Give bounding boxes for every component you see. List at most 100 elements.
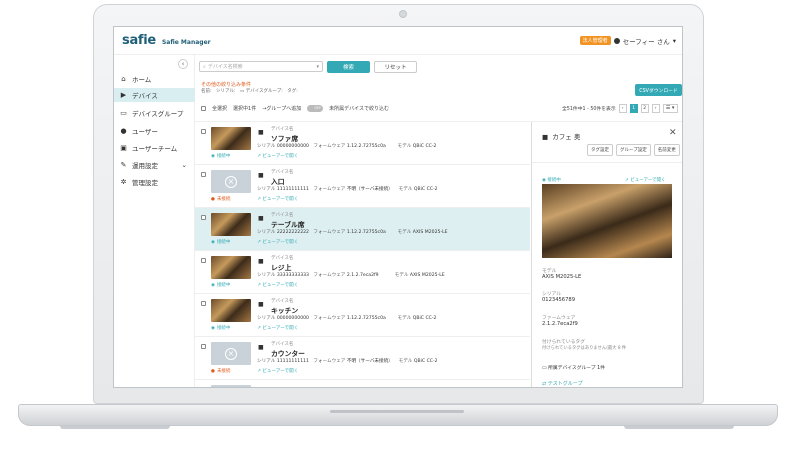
device-name: 入口 <box>271 178 285 186</box>
serial-value: 0123456789 <box>542 297 576 303</box>
serial-value: 00000000000 <box>276 316 309 321</box>
sidebar-item-admin-settings[interactable]: ✲ 管理設定 <box>114 175 195 189</box>
row-checkbox[interactable] <box>201 172 206 177</box>
advanced-filter-link[interactable]: その他の絞り込み条件 <box>201 81 251 88</box>
row-checkbox[interactable] <box>201 129 206 134</box>
logo[interactable]: safie Safie Manager <box>122 33 211 48</box>
sidebar-item-operations[interactable]: ✎ 運用設定 ⌄ <box>114 158 195 172</box>
serial-value: 22222222222 <box>276 230 309 235</box>
status-text: 未接続 <box>216 369 231 374</box>
row-checkbox[interactable] <box>201 344 206 349</box>
device-name: キッチン <box>271 307 299 315</box>
status-text: 接続中 <box>216 240 231 245</box>
table-row[interactable]: ◉ 接続中 ■ デバイス名 キッチン シリアル 00000000000 フォームウ… <box>195 294 530 337</box>
device-name-label: デバイス名 <box>271 256 294 261</box>
camera-thumbnail-offline[interactable]: × <box>211 342 251 365</box>
camera-thumbnail[interactable] <box>211 213 251 236</box>
video-camera-icon: ■ <box>258 129 264 136</box>
open-viewer-link[interactable]: ↗ ビューアーで開く <box>257 153 298 159</box>
app-screen: safie Safie Manager 法人管理者 セーフィー さん ▾ ‹ ⌂… <box>113 26 683 388</box>
serial-value: 33333333333 <box>276 273 309 278</box>
firmware-label: フォームウェア <box>313 144 346 149</box>
rename-button[interactable]: 名前変更 <box>653 144 680 156</box>
status-badge: ◉ 接続中 <box>211 325 231 332</box>
firmware-label: フォームウェア <box>313 316 346 321</box>
open-viewer-label: ビューアーで開く <box>262 326 299 331</box>
open-viewer-link[interactable]: ↗ ビューアーで開く <box>257 239 298 245</box>
camera-preview[interactable] <box>542 184 672 258</box>
chevron-down-icon: ▾ <box>316 63 319 70</box>
pagination: 全51件中1 - 50件を表示 ‹ 1 2 › ☰ ▾ <box>562 104 678 113</box>
sidebar: ‹ ⌂ ホーム ▶ デバイス ▭ デバイスグループ ● ユーザー ▣ ユーザーチ… <box>114 55 195 387</box>
search-button[interactable]: 検索 <box>327 61 370 73</box>
firmware-value: 1.12.2.72755c0a <box>346 230 386 235</box>
warning-icon: ● <box>211 196 215 202</box>
user-name: セーフィー さん <box>622 37 670 46</box>
sidebar-item-devices[interactable]: ▶ デバイス <box>114 88 195 102</box>
table-row[interactable]: ◉ 接続中 ■ デバイス名 ソファ席 シリアル 00000000000 フォームウ… <box>195 122 530 165</box>
model-label: モデル <box>394 273 409 278</box>
open-viewer-link[interactable]: ↗ ビューアーで開く <box>257 282 298 288</box>
camera-thumbnail[interactable] <box>211 127 251 150</box>
page-2-button[interactable]: 2 <box>640 104 649 113</box>
sidebar-item-user-teams[interactable]: ▣ ユーザーチーム <box>114 141 195 155</box>
open-viewer-label: ビューアーで開く <box>262 240 299 245</box>
table-row[interactable]: ◉ 接続中 ■ デバイス名 レジ上 シリアル 33333333333 フォームウェ… <box>195 251 530 294</box>
collapse-sidebar-button[interactable]: ‹ <box>178 59 188 69</box>
row-checkbox[interactable] <box>201 258 206 263</box>
camera-thumbnail-offline[interactable] <box>211 385 251 387</box>
table-row[interactable]: × ● 未接続 ■ デバイス名 入口 シリアル 11111111111 フォームウ… <box>195 165 530 208</box>
sidebar-item-device-groups[interactable]: ▭ デバイスグループ <box>114 106 195 120</box>
device-meta: シリアル 33333333333 フォームウェア 2.1.2.7eca2f9 モ… <box>257 272 445 278</box>
sidebar-item-label: デバイスグループ <box>132 110 184 118</box>
table-row-selected[interactable]: ◉ 接続中 ■ デバイス名 テーブル席 シリアル 22222222222 フォーム… <box>195 208 530 251</box>
firmware-label: ファームウェア <box>542 316 576 321</box>
select-all-checkbox[interactable] <box>201 106 206 111</box>
serial-label: シリアル <box>257 316 276 321</box>
model-label: モデル <box>542 269 557 274</box>
search-input[interactable]: ⌕ デバイス名検索 ▾ <box>199 61 323 72</box>
camera-thumbnail[interactable] <box>211 299 251 322</box>
open-viewer-link[interactable]: ↗ ビューアーで開く <box>257 196 298 202</box>
row-checkbox[interactable] <box>201 301 206 306</box>
device-meta: シリアル 00000000000 フォームウェア 1.12.2.72755c0a… <box>257 315 436 321</box>
unassigned-filter-toggle[interactable]: OFF <box>307 105 324 112</box>
open-viewer-link[interactable]: ↗ ビューアーで開く <box>257 325 298 331</box>
logo-mark: safie <box>122 33 156 48</box>
device-detail-panel: ■ カフェ 奥 ✕ タグ設定 グループ設定 名前変更 ◉ 接続中 ↗ ビューアー… <box>531 121 682 387</box>
model-value: QBiC CC-2 <box>413 187 438 192</box>
camera-thumbnail-offline[interactable]: × <box>211 170 251 193</box>
close-icon[interactable]: ✕ <box>669 128 677 138</box>
csv-download-button[interactable]: CSVダウンロード <box>635 84 682 96</box>
status-text: 接続中 <box>216 326 231 331</box>
prev-page-button[interactable]: ‹ <box>618 104 627 113</box>
open-viewer-link[interactable]: ↗ ビューアーで開く <box>257 368 298 374</box>
table-row-partial[interactable] <box>195 380 530 387</box>
page-1-button[interactable]: 1 <box>629 104 638 113</box>
sidebar-item-users[interactable]: ● ユーザー <box>114 124 195 138</box>
device-name: テーブル席 <box>271 221 305 229</box>
serial-label: シリアル <box>542 292 562 297</box>
list-options-menu[interactable]: ☰ ▾ <box>662 104 678 113</box>
open-viewer-label: ビューアーで開く <box>262 369 299 374</box>
status-text: 接続中 <box>216 283 231 288</box>
select-all-label: 全選択 <box>212 106 228 112</box>
tag-settings-button[interactable]: タグ設定 <box>587 144 613 156</box>
next-page-button[interactable]: › <box>651 104 660 113</box>
open-viewer-link[interactable]: ↗ ビューアーで開く <box>625 177 665 183</box>
list-toolbar: 全選択 選択中1件 →グループへ追加 OFF 未所属デバイスで絞り込む <box>201 105 389 112</box>
laptop-base-notch <box>330 410 464 413</box>
offline-icon: × <box>225 175 237 188</box>
sidebar-item-home[interactable]: ⌂ ホーム <box>114 72 195 86</box>
sidebar-item-label: ホーム <box>132 76 152 84</box>
camera-thumbnail[interactable] <box>211 256 251 279</box>
status-badge: ◉ 接続中 <box>211 153 230 160</box>
row-checkbox[interactable] <box>201 215 206 220</box>
detail-actions: タグ設定 グループ設定 名前変更 <box>587 144 680 156</box>
table-row[interactable]: × ● 未接続 ■ デバイス名 カウンター シリアル 11111111111 フォ… <box>195 337 530 380</box>
group-link[interactable]: ⇄ テストグループ <box>542 380 582 387</box>
reset-button[interactable]: リセット <box>374 61 417 73</box>
group-settings-button[interactable]: グループ設定 <box>616 144 651 156</box>
user-menu[interactable]: 法人管理者 セーフィー さん ▾ <box>579 36 676 46</box>
add-to-group-button[interactable]: →グループへ追加 <box>262 105 301 112</box>
